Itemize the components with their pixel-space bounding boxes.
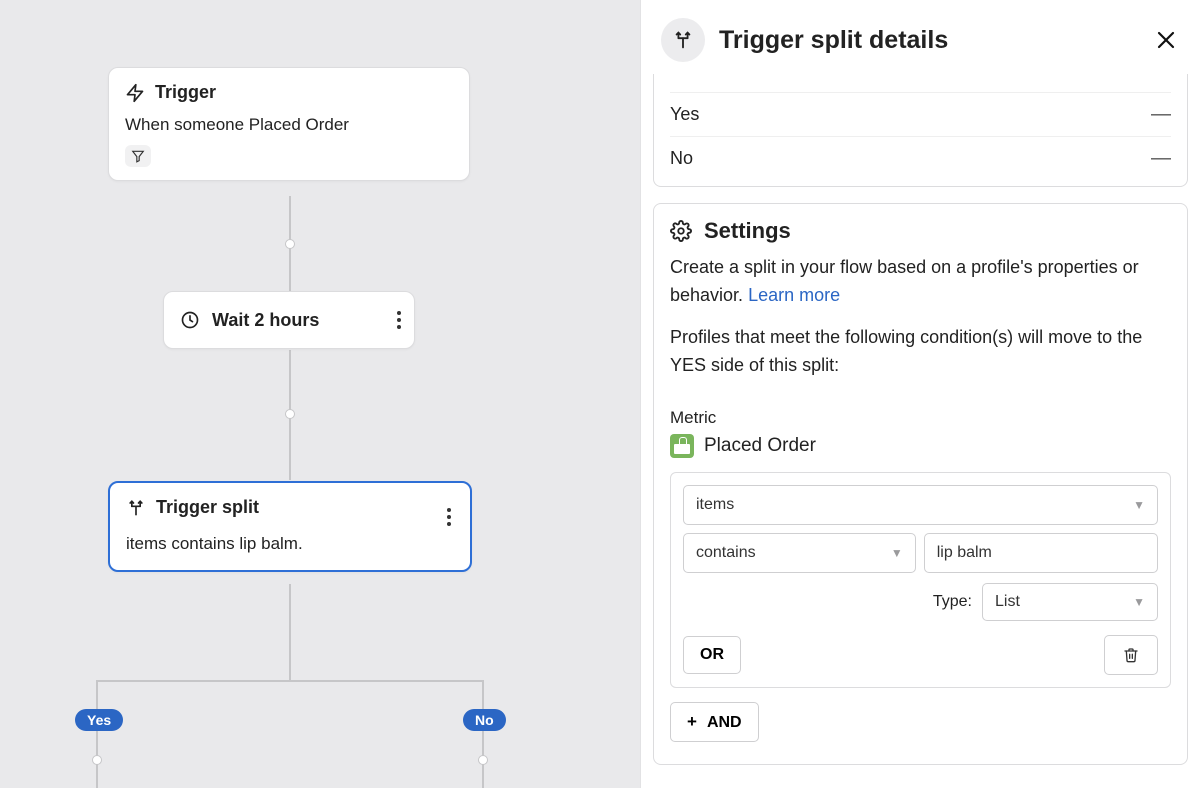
learn-more-link[interactable]: Learn more <box>748 285 840 305</box>
settings-description: Create a split in your flow based on a p… <box>670 254 1171 310</box>
condition-field-value: items <box>696 496 734 514</box>
connector <box>289 584 291 680</box>
condition-value-input[interactable]: lip balm <box>924 533 1158 573</box>
metric-row: Placed Order <box>670 434 1171 458</box>
chevron-down-icon: ▼ <box>1133 498 1145 512</box>
close-button[interactable] <box>1154 28 1178 52</box>
settings-heading: Settings <box>704 218 791 244</box>
stat-no-value: — <box>1151 147 1171 170</box>
trigger-split-node[interactable]: Trigger split items contains lip balm. <box>108 481 472 572</box>
condition-group: items ▼ contains ▼ lip balm Type: List ▼ <box>670 472 1171 688</box>
shopify-icon <box>670 434 694 458</box>
split-icon <box>126 498 146 518</box>
stat-row-yes: Yes — <box>670 92 1171 136</box>
settings-section: Settings Create a split in your flow bas… <box>653 203 1188 765</box>
branch-no-pill[interactable]: No <box>463 709 506 731</box>
lightning-icon <box>125 83 145 103</box>
stat-yes-value: — <box>1151 103 1171 126</box>
gear-icon <box>670 220 692 242</box>
filter-icon[interactable] <box>125 145 151 167</box>
connector-dot <box>478 755 488 765</box>
condition-type-select[interactable]: List ▼ <box>982 583 1158 621</box>
flow-canvas[interactable]: Trigger When someone Placed Order Wait 2… <box>0 0 640 788</box>
details-panel: Trigger split details Waiting Yes — No —… <box>640 0 1200 788</box>
condition-type-value: List <box>995 593 1020 611</box>
split-more-button[interactable] <box>446 507 452 527</box>
clock-icon <box>180 310 200 330</box>
and-label: AND <box>707 714 742 731</box>
branch-yes-pill[interactable]: Yes <box>75 709 123 731</box>
split-label: Trigger split <box>156 497 259 518</box>
connector <box>96 680 98 788</box>
stat-row-no: No — <box>670 136 1171 180</box>
panel-header: Trigger split details <box>641 0 1200 80</box>
connector-dot <box>285 239 295 249</box>
and-button[interactable]: + AND <box>670 702 759 742</box>
connector <box>482 680 484 788</box>
split-icon <box>661 18 705 62</box>
wait-label: Wait 2 hours <box>212 310 319 331</box>
connector-dot <box>285 409 295 419</box>
split-description: items contains lip balm. <box>126 534 454 554</box>
trigger-node[interactable]: Trigger When someone Placed Order <box>108 67 470 181</box>
wait-more-button[interactable] <box>396 310 402 330</box>
stat-yes-label: Yes <box>670 104 699 125</box>
condition-intro: Profiles that meet the following conditi… <box>670 324 1171 380</box>
condition-operator-select[interactable]: contains ▼ <box>683 533 916 573</box>
stat-no-label: No <box>670 148 693 169</box>
or-button[interactable]: OR <box>683 636 741 674</box>
panel-title: Trigger split details <box>719 26 1140 55</box>
condition-value-text: lip balm <box>937 544 992 562</box>
stats-section: Waiting Yes — No — <box>653 74 1188 187</box>
type-label: Type: <box>933 593 972 611</box>
condition-operator-value: contains <box>696 544 756 562</box>
trigger-description: When someone Placed Order <box>125 115 453 135</box>
settings-desc-text: Create a split in your flow based on a p… <box>670 257 1139 305</box>
delete-condition-button[interactable] <box>1104 635 1158 675</box>
trigger-label: Trigger <box>155 82 216 103</box>
chevron-down-icon: ▼ <box>1133 595 1145 609</box>
plus-icon: + <box>687 712 697 731</box>
metric-name: Placed Order <box>704 435 816 457</box>
metric-label: Metric <box>670 408 1171 428</box>
wait-node[interactable]: Wait 2 hours <box>163 291 415 349</box>
condition-field-select[interactable]: items ▼ <box>683 485 1158 525</box>
connector <box>96 680 484 682</box>
chevron-down-icon: ▼ <box>891 546 903 560</box>
connector-dot <box>92 755 102 765</box>
